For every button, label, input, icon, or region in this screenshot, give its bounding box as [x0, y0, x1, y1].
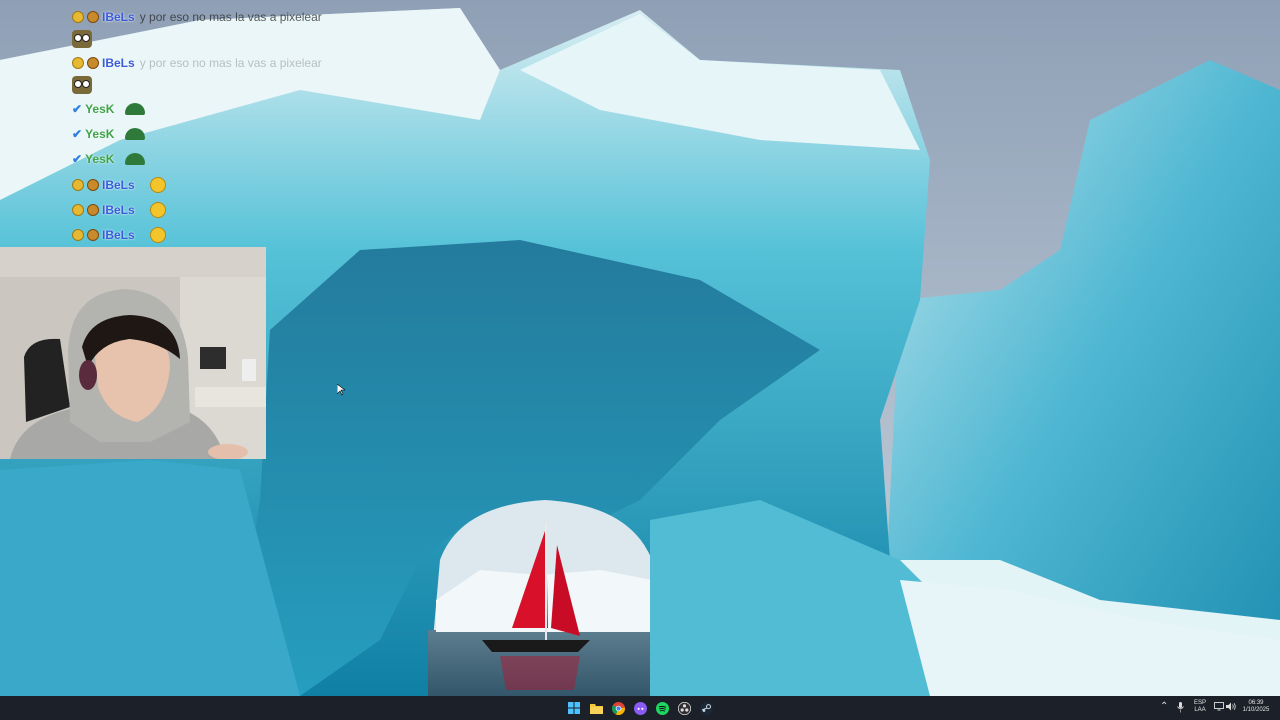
- folder-icon: [589, 703, 603, 714]
- clock[interactable]: 06:39 1/10/2025: [1240, 700, 1272, 714]
- discord-icon: [633, 701, 647, 715]
- taskbar-app-discord[interactable]: [631, 699, 649, 717]
- desktop-screen: IBeLs y por eso no mas la vas a pixelear…: [0, 0, 1280, 720]
- chat-message: IBeLs: [72, 224, 166, 246]
- smile-emote-icon: [149, 227, 166, 243]
- clock-time: 06:39: [1248, 700, 1264, 706]
- bits-badge-icon: [87, 229, 99, 241]
- chat-username: IBeLs: [102, 228, 135, 242]
- smile-emote-icon: [149, 202, 166, 218]
- hat-emote-icon: [125, 153, 146, 165]
- taskbar-app-obs[interactable]: [675, 699, 693, 717]
- smile-emote-icon: [149, 177, 166, 193]
- chat-message: IBeLs: [72, 174, 166, 196]
- mouse-cursor-icon: [337, 384, 345, 396]
- start-button[interactable]: [565, 699, 583, 717]
- verified-check-icon: ✔: [72, 152, 83, 166]
- microphone-icon[interactable]: [1177, 702, 1184, 713]
- display-monitor-icon[interactable]: [1214, 702, 1224, 711]
- chat-message: ✔ YesK: [72, 123, 146, 145]
- keyboard-layout-code: LAA: [1194, 707, 1206, 713]
- taskbar: ⌃ ESP LAA 06:39 1/10/2025: [0, 696, 1280, 720]
- obs-icon: [677, 701, 691, 715]
- taskbar-app-chrome[interactable]: [609, 699, 627, 717]
- hat-emote-icon: [125, 128, 146, 140]
- subscriber-badge-icon: [72, 57, 84, 69]
- chrome-icon: [611, 701, 625, 715]
- steam-icon: [699, 701, 713, 715]
- chat-emote-row: [72, 74, 92, 96]
- taskbar-app-file-explorer[interactable]: [587, 699, 605, 717]
- chat-text: y por eso no mas la vas a pixelear: [139, 10, 322, 24]
- chat-emote-row: [72, 28, 92, 50]
- chat-username: IBeLs: [102, 10, 135, 24]
- verified-check-icon: ✔: [72, 127, 83, 141]
- spotify-icon: [655, 701, 669, 715]
- taskbar-app-spotify[interactable]: [653, 699, 671, 717]
- chat-username: YesK: [85, 152, 115, 166]
- chat-username: IBeLs: [102, 56, 135, 70]
- bits-badge-icon: [87, 57, 99, 69]
- chat-text: y por eso no mas la vas a pixelear: [139, 56, 322, 70]
- bits-badge-icon: [87, 11, 99, 23]
- chat-username: YesK: [85, 127, 115, 141]
- subscriber-badge-icon: [72, 11, 84, 23]
- bits-badge-icon: [87, 179, 99, 191]
- chat-message: IBeLs y por eso no mas la vas a pixelear: [72, 52, 322, 74]
- language-code: ESP: [1193, 700, 1206, 706]
- subscriber-badge-icon: [72, 179, 84, 191]
- taskbar-app-steam[interactable]: [697, 699, 715, 717]
- windows-logo-icon: [568, 702, 580, 714]
- chat-username: YesK: [85, 102, 115, 116]
- hat-emote-icon: [125, 103, 146, 115]
- show-hidden-icons-chevron-icon[interactable]: ⌃: [1160, 700, 1168, 714]
- chat-message: IBeLs y por eso no mas la vas a pixelear: [72, 6, 322, 28]
- input-language-indicator[interactable]: ESP LAA: [1189, 700, 1211, 714]
- webcam-feed: [0, 247, 266, 459]
- clock-date: 1/10/2025: [1242, 707, 1270, 713]
- subscriber-badge-icon: [72, 229, 84, 241]
- chat-username: IBeLs: [102, 203, 135, 217]
- chat-message: ✔ YesK: [72, 148, 146, 170]
- bits-badge-icon: [87, 204, 99, 216]
- volume-speaker-icon[interactable]: [1226, 702, 1237, 711]
- frog-emote-icon: [72, 30, 92, 48]
- frog-emote-icon: [72, 76, 92, 94]
- subscriber-badge-icon: [72, 204, 84, 216]
- verified-check-icon: ✔: [72, 102, 83, 116]
- chat-username: IBeLs: [102, 178, 135, 192]
- chat-message: ✔ YesK: [72, 98, 146, 120]
- chat-message: IBeLs: [72, 199, 166, 221]
